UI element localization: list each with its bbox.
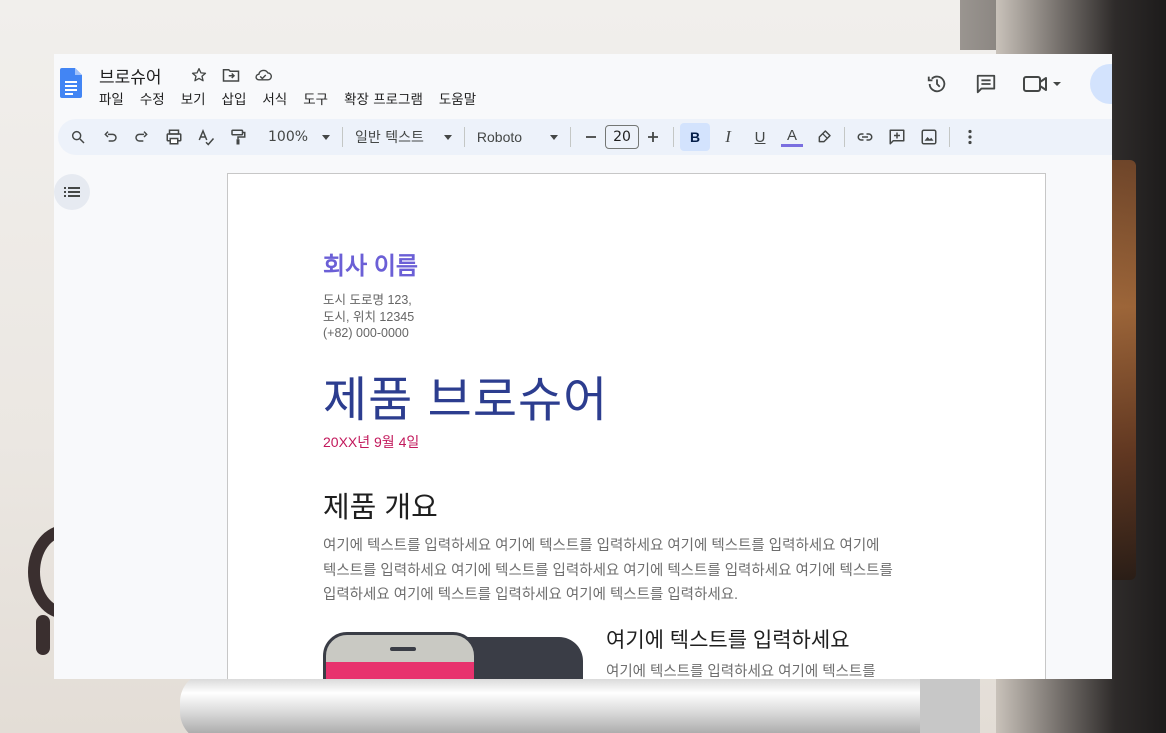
version-history-icon[interactable]: [917, 64, 957, 104]
toolbar-divider: [570, 127, 572, 147]
zoom-value: 100%: [268, 129, 309, 145]
font-select[interactable]: Roboto: [471, 129, 564, 145]
undo-icon[interactable]: [96, 123, 124, 151]
add-comment-icon[interactable]: [883, 123, 911, 151]
account-avatar[interactable]: [1090, 64, 1112, 104]
paint-format-icon[interactable]: [224, 123, 252, 151]
document-date: 20XX년 9월 4일: [323, 434, 420, 450]
address-line-2: 도시, 위치 12345: [323, 309, 415, 324]
toolbar-divider: [342, 127, 344, 147]
print-icon[interactable]: [160, 123, 188, 151]
company-name: 회사 이름: [323, 253, 418, 280]
toolbar-divider: [463, 127, 465, 147]
phone-speaker: [390, 647, 416, 651]
paragraph-style-select[interactable]: 일반 텍스트: [349, 127, 458, 147]
document-page[interactable]: 회사 이름 도시 도로명 123, 도시, 위치 12345 (+82) 000…: [227, 173, 1046, 679]
formatting-toolbar: 100% 일반 텍스트 Roboto 20 B I U A: [58, 119, 1112, 155]
cloud-saved-icon[interactable]: [254, 66, 272, 84]
menu-edit[interactable]: 수정: [132, 90, 173, 110]
insert-image-icon[interactable]: [915, 123, 943, 151]
address-line-1: 도시 도로명 123,: [323, 293, 412, 307]
italic-button[interactable]: I: [714, 123, 742, 151]
increase-font-size-icon[interactable]: [639, 123, 667, 151]
zoom-select[interactable]: 100%: [262, 129, 336, 145]
background-bottle: [180, 672, 960, 733]
comments-icon[interactable]: [966, 64, 1006, 104]
move-to-folder-icon[interactable]: [222, 66, 240, 84]
menu-file[interactable]: 파일: [99, 90, 132, 110]
background-bottle-cap: [920, 670, 980, 733]
text-color-swatch: [781, 143, 804, 147]
sub-body: 여기에 텍스트를 입력하세요 여기에 텍스트를: [606, 664, 876, 679]
document-heading: 제품 브로슈어: [323, 374, 609, 427]
search-menus-icon[interactable]: [64, 123, 92, 151]
company-address: 도시 도로명 123, 도시, 위치 12345 (+82) 000-0000: [323, 292, 414, 342]
font-size-input[interactable]: 20: [605, 125, 640, 149]
section-heading: 제품 개요: [323, 492, 438, 524]
font-value: Roboto: [476, 129, 523, 145]
chevron-down-icon: [550, 134, 559, 140]
underline-button[interactable]: U: [746, 123, 774, 151]
toolbar-divider: [844, 127, 846, 147]
menu-bar: 파일 수정 보기 삽입 서식 도구 확장 프로그램 도움말: [99, 90, 484, 110]
sub-heading: 여기에 텍스트를 입력하세요: [606, 629, 850, 652]
star-icon[interactable]: [190, 66, 208, 84]
docs-logo-icon[interactable]: [60, 68, 82, 98]
phone-front: [323, 632, 477, 679]
insert-link-icon[interactable]: [851, 123, 879, 151]
background-lettering: [36, 615, 50, 655]
menu-help[interactable]: 도움말: [431, 90, 484, 110]
body-line: 입력하세요 여기에 텍스트를 입력하세요 여기에 텍스트를 입력하세요.: [323, 587, 739, 603]
section-body: 여기에 텍스트를 입력하세요 여기에 텍스트를 입력하세요 여기에 텍스트를 입…: [323, 534, 953, 608]
text-color-button[interactable]: A: [778, 123, 806, 151]
text-color-label: A: [787, 126, 798, 144]
redo-icon[interactable]: [128, 123, 156, 151]
body-line: 여기에 텍스트를 입력하세요 여기에 텍스트를 입력하세요 여기에 텍스트를 입…: [323, 538, 880, 554]
phone-illustration: [323, 632, 583, 679]
spellcheck-icon[interactable]: [192, 123, 220, 151]
title-bar: 브로슈어 파일 수정 보기 삽입 서식 도구 확장 프로그램 도움말: [54, 54, 1112, 116]
menu-format[interactable]: 서식: [254, 90, 295, 110]
menu-extensions[interactable]: 확장 프로그램: [336, 90, 431, 110]
chevron-down-icon: [322, 134, 331, 140]
header-actions: [917, 64, 1112, 104]
chevron-down-icon: [443, 134, 452, 140]
bold-button[interactable]: B: [680, 123, 711, 151]
menu-tools[interactable]: 도구: [295, 90, 336, 110]
document-title[interactable]: 브로슈어: [99, 63, 162, 88]
company-phone: (+82) 000-0000: [323, 326, 409, 340]
toolbar-divider: [673, 127, 675, 147]
document-outline-button[interactable]: [54, 174, 90, 210]
outline-list-icon: [64, 187, 80, 197]
phone-screen: [326, 662, 474, 679]
toolbar-divider: [949, 127, 951, 147]
body-line: 텍스트를 입력하세요 여기에 텍스트를 입력하세요 여기에 텍스트를 입력하세요…: [323, 562, 893, 579]
bold-label: B: [689, 129, 701, 145]
menu-view[interactable]: 보기: [173, 90, 214, 110]
meet-video-icon[interactable]: [1015, 64, 1069, 104]
menu-insert[interactable]: 삽입: [214, 90, 255, 110]
decrease-font-size-icon[interactable]: [577, 123, 605, 151]
paragraph-style-value: 일반 텍스트: [355, 130, 424, 146]
docs-window: 브로슈어 파일 수정 보기 삽입 서식 도구 확장 프로그램 도움말 100% …: [54, 54, 1112, 679]
highlight-color-icon[interactable]: [810, 123, 838, 151]
more-options-icon[interactable]: [956, 123, 984, 151]
title-actions: [190, 66, 272, 84]
